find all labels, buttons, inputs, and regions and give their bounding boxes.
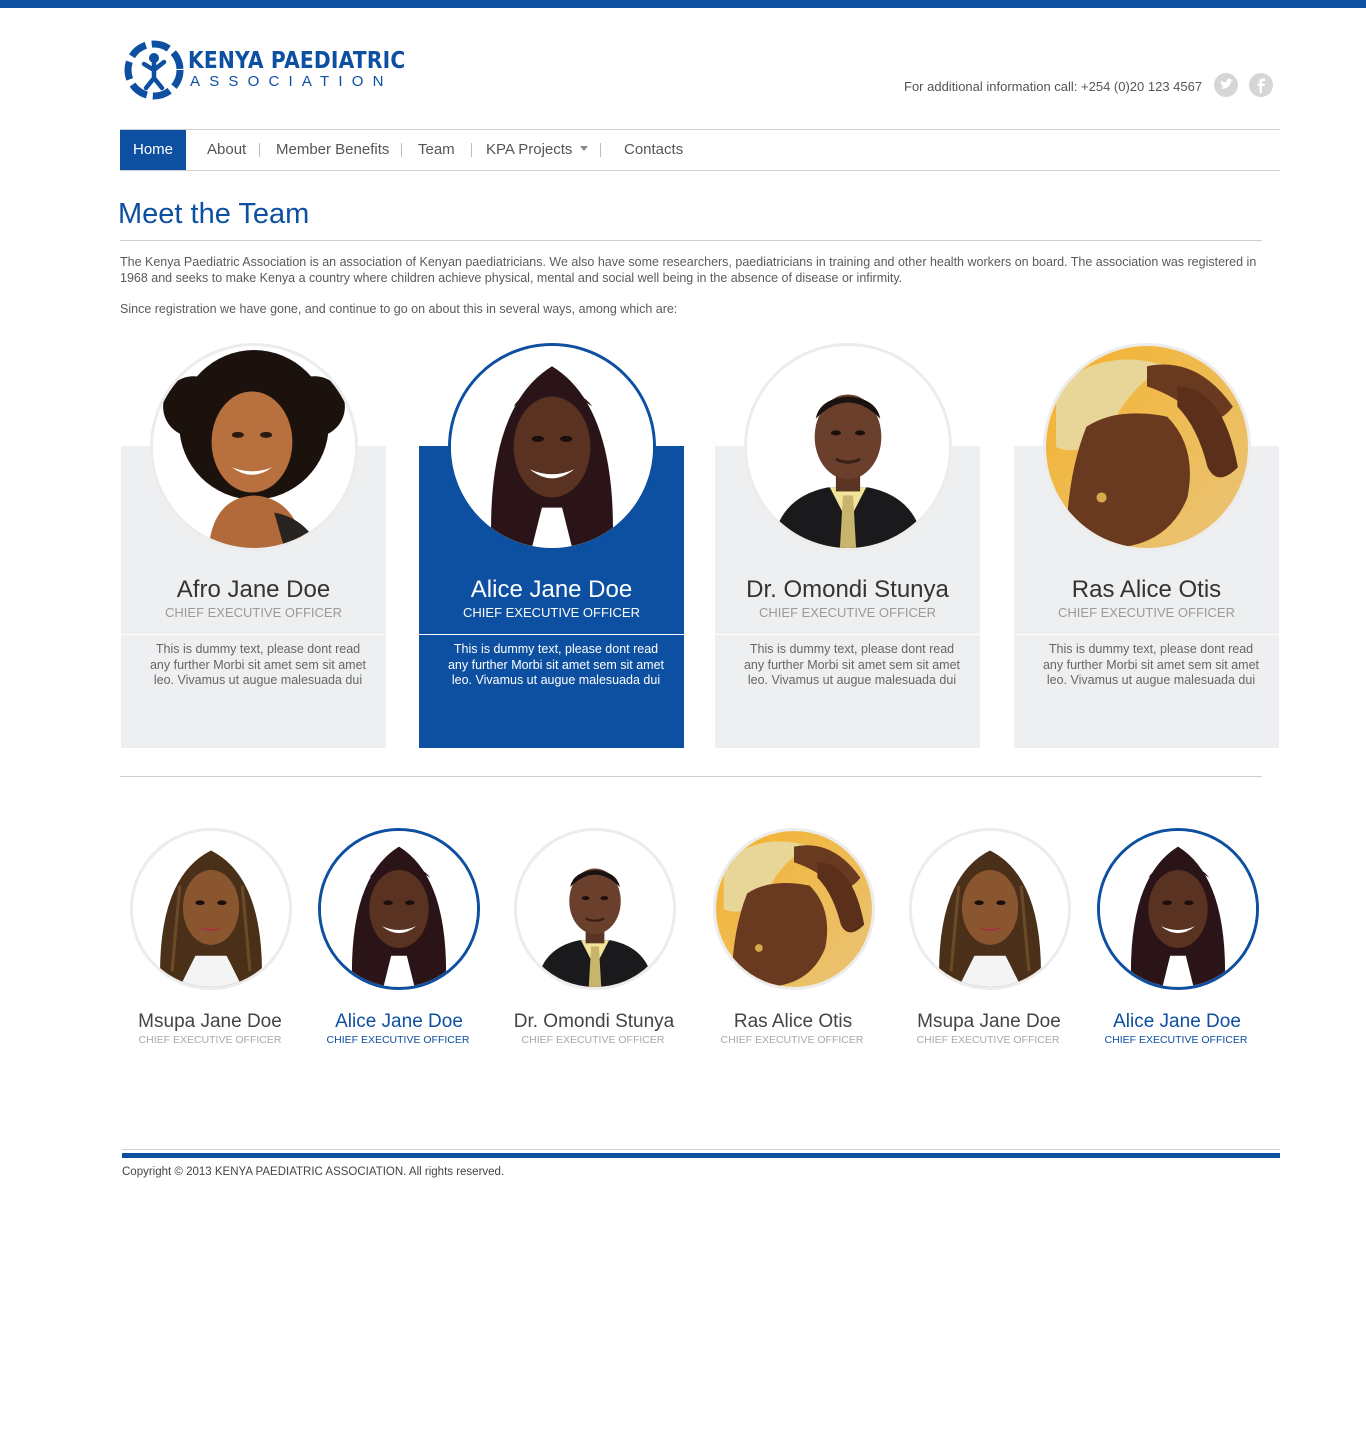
member-role: CHIEF EXECUTIVE OFFICER: [916, 1034, 1060, 1046]
member-name: Alice Jane Doe: [470, 576, 633, 603]
card-divider: [715, 634, 980, 635]
twitter-icon[interactable]: [1214, 73, 1238, 97]
nav-divider: [600, 143, 601, 157]
logo-subtitle: ASSOCIATION: [190, 73, 393, 90]
member-photo[interactable]: [744, 343, 952, 551]
member-name: Ras Alice Otis: [1071, 576, 1222, 603]
nav-contacts[interactable]: Contacts: [624, 130, 683, 170]
nav-kpa-projects[interactable]: KPA Projects: [486, 130, 589, 170]
section-divider: [120, 776, 1262, 777]
main-nav: Home About Member Benefits Team KPA Proj…: [120, 129, 1280, 171]
member-photo[interactable]: [514, 828, 676, 990]
intro-paragraph: The Kenya Paediatric Association is an a…: [120, 255, 1257, 285]
card-divider: [1014, 634, 1279, 635]
member-photo[interactable]: [130, 828, 292, 990]
nav-team[interactable]: Team: [418, 130, 455, 170]
member-bio: This is dummy text, please dont read any…: [149, 642, 367, 687]
footer-divider: [122, 1149, 1280, 1150]
member-bio: This is dummy text, please dont read any…: [447, 642, 665, 687]
member-role: CHIEF EXECUTIVE OFFICER: [165, 605, 342, 620]
member-name[interactable]: Dr. Omondi Stunya: [504, 1011, 684, 1033]
member-name[interactable]: Msupa Jane Doe: [899, 1011, 1079, 1033]
nav-about[interactable]: About: [207, 130, 246, 170]
caret-down-icon: [580, 145, 589, 151]
nav-home[interactable]: Home: [120, 130, 186, 170]
member-role: CHIEF EXECUTIVE OFFICER: [521, 1034, 665, 1046]
member-bio: This is dummy text, please dont read any…: [1042, 642, 1260, 687]
contact-info: For additional information call: +254 (0…: [904, 79, 1203, 94]
member-role: CHIEF EXECUTIVE OFFICER: [326, 1034, 470, 1046]
facebook-icon[interactable]: [1249, 73, 1273, 97]
card-divider: [419, 634, 684, 635]
nav-kpa-projects-label: KPA Projects: [486, 141, 573, 158]
logo[interactable]: KENYA PAEDIATRIC ASSOCIATION: [124, 38, 406, 100]
member-name[interactable]: Ras Alice Otis: [703, 1011, 883, 1033]
nav-divider: [259, 143, 260, 157]
nav-divider: [401, 143, 402, 157]
member-photo[interactable]: [713, 828, 875, 990]
intro-paragraph-2: Since registration we have gone, and con…: [120, 302, 678, 316]
card-divider: [121, 634, 386, 635]
title-divider: [120, 240, 1262, 241]
member-role: CHIEF EXECUTIVE OFFICER: [720, 1034, 864, 1046]
member-role: CHIEF EXECUTIVE OFFICER: [463, 605, 640, 620]
member-name[interactable]: Alice Jane Doe: [1087, 1011, 1267, 1033]
member-photo[interactable]: [1043, 343, 1251, 551]
member-name: Afro Jane Doe: [176, 576, 331, 603]
member-photo[interactable]: [150, 343, 358, 551]
logo-mark-icon: [124, 40, 184, 100]
nav-member-benefits[interactable]: Member Benefits: [276, 130, 389, 170]
member-role: CHIEF EXECUTIVE OFFICER: [138, 1034, 282, 1046]
footer-accent-bar: [122, 1153, 1280, 1158]
page-title: Meet the Team: [118, 198, 310, 230]
member-role: CHIEF EXECUTIVE OFFICER: [1058, 605, 1235, 620]
member-bio: This is dummy text, please dont read any…: [743, 642, 961, 687]
member-name[interactable]: Msupa Jane Doe: [120, 1011, 300, 1033]
copyright-text: Copyright © 2013 KENYA PAEDIATRIC ASSOCI…: [122, 1166, 505, 1178]
member-photo[interactable]: [448, 343, 656, 551]
member-role: CHIEF EXECUTIVE OFFICER: [759, 605, 936, 620]
top-accent-bar: [0, 0, 1366, 8]
member-name[interactable]: Alice Jane Doe: [309, 1011, 489, 1033]
member-photo[interactable]: [909, 828, 1071, 990]
nav-divider: [471, 143, 472, 157]
member-photo[interactable]: [1097, 828, 1259, 990]
logo-title: KENYA PAEDIATRIC: [188, 48, 406, 74]
member-name: Dr. Omondi Stunya: [746, 576, 949, 603]
member-photo[interactable]: [318, 828, 480, 990]
member-role: CHIEF EXECUTIVE OFFICER: [1104, 1034, 1248, 1046]
